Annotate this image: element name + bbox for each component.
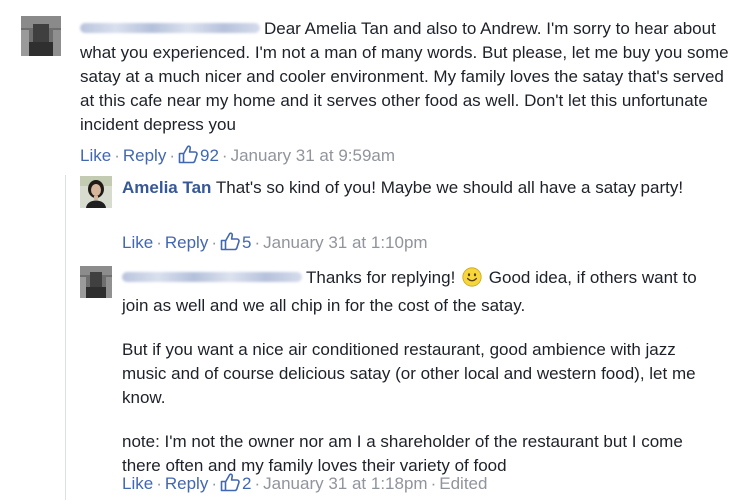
- likes-count[interactable]: 2: [220, 473, 252, 493]
- comment-3-text-start: Thanks for replying!: [306, 268, 456, 287]
- comment-1-body: Dear Amelia Tan and also to Andrew. I'm …: [80, 17, 730, 137]
- thumbs-up-icon: [220, 473, 240, 498]
- like-link[interactable]: Like: [122, 233, 153, 252]
- comment-1-actions: Like · Reply · 92 · January 31 at 9:59am: [80, 145, 395, 170]
- author-name[interactable]: Amelia Tan: [122, 178, 211, 197]
- reply-link[interactable]: Reply: [123, 146, 166, 165]
- comment-3-paragraph-2: But if you want a nice air conditioned r…: [122, 340, 696, 407]
- timestamp[interactable]: January 31 at 1:18pm: [263, 474, 427, 493]
- avatar-amelia-tan[interactable]: [80, 176, 112, 208]
- likes-number: 5: [242, 233, 252, 252]
- likes-count[interactable]: 5: [220, 232, 252, 252]
- comment-1-text: Dear Amelia Tan and also to Andrew. I'm …: [80, 19, 729, 134]
- timestamp[interactable]: January 31 at 9:59am: [231, 146, 395, 165]
- reply-link[interactable]: Reply: [165, 474, 208, 493]
- author-name-blurred[interactable]: [80, 22, 260, 33]
- likes-number: 2: [242, 474, 252, 493]
- likes-number: 92: [200, 146, 219, 165]
- comment-3-body: Thanks for replying! Good idea, if other…: [122, 266, 722, 478]
- comment-3-paragraph-3: note: I'm not the owner nor am I a share…: [122, 432, 683, 475]
- like-link[interactable]: Like: [122, 474, 153, 493]
- comment-3-paragraph-1: Thanks for replying! Good idea, if other…: [122, 266, 722, 318]
- reply-thread-line: [65, 175, 66, 500]
- smiley-emoji-icon: [462, 267, 482, 294]
- comment-2-text: That's so kind of you! Maybe we should a…: [215, 178, 684, 197]
- avatar-blurred[interactable]: [80, 266, 112, 298]
- reply-link[interactable]: Reply: [165, 233, 208, 252]
- thumbs-up-icon: [220, 232, 240, 257]
- timestamp[interactable]: January 31 at 1:10pm: [263, 233, 427, 252]
- likes-count[interactable]: 92: [178, 145, 219, 165]
- thumbs-up-icon: [178, 145, 198, 170]
- author-name-blurred[interactable]: [122, 271, 302, 282]
- comment-3-actions: Like · Reply · 2 · January 31 at 1:18pm · Edited: [122, 473, 487, 498]
- like-link[interactable]: Like: [80, 146, 111, 165]
- comment-2-body: Amelia Tan That's so kind of you! Maybe …: [122, 176, 722, 200]
- comment-2-actions: Like · Reply · 5 · January 31 at 1:10pm: [122, 232, 428, 257]
- avatar-blurred[interactable]: [21, 16, 61, 56]
- edited-label[interactable]: Edited: [439, 474, 487, 493]
